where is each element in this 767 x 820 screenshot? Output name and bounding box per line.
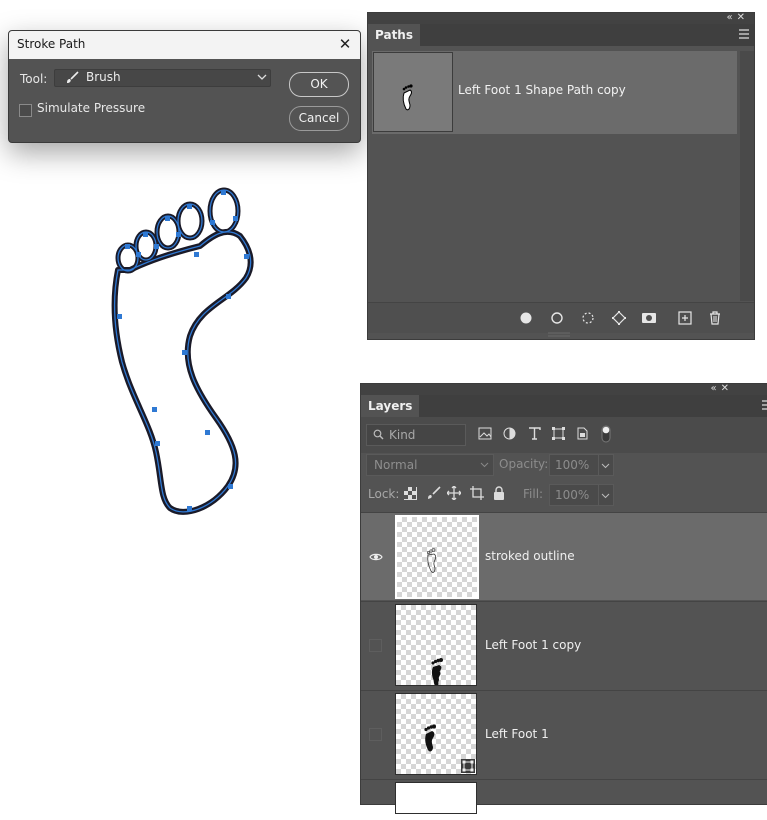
opacity-dropdown[interactable] (598, 454, 614, 476)
tab-paths[interactable]: Paths (368, 24, 420, 47)
adjustment-filter-icon[interactable] (503, 427, 516, 440)
layer-name: stroked outline (485, 549, 575, 563)
panel-menu-icon[interactable] (761, 400, 767, 410)
lock-all-icon[interactable] (493, 486, 505, 500)
search-icon (373, 429, 384, 440)
collapse-icon[interactable]: «✕ (727, 12, 750, 23)
tool-select[interactable]: Brush (54, 69, 271, 87)
layer-name: Left Foot 1 copy (485, 638, 582, 652)
stroke-path-dialog: Stroke Path ✕ Tool: Brush Simulate Press… (8, 30, 361, 143)
visibility-toggle[interactable] (369, 728, 382, 741)
layer-row[interactable]: stroked outline (361, 512, 767, 600)
stroke-path-icon[interactable] (549, 310, 565, 326)
dialog-titlebar[interactable]: Stroke Path ✕ (9, 31, 360, 59)
layer-thumbnail (395, 693, 477, 775)
eye-icon[interactable] (369, 550, 383, 564)
kind-filter[interactable]: Kind (366, 424, 466, 446)
path-item[interactable]: Left Foot 1 Shape Path copy (372, 51, 737, 134)
layer-row[interactable]: Left Foot 1 copy (361, 601, 767, 689)
brush-icon (67, 71, 79, 83)
layer-row[interactable]: Left Foot 1 (361, 690, 767, 778)
close-icon[interactable]: ✕ (336, 35, 354, 53)
fill-path-icon[interactable] (518, 310, 534, 326)
foot-thumb-icon (402, 84, 413, 111)
foot-thumb-icon (431, 658, 443, 687)
dialog-title: Stroke Path (17, 37, 86, 51)
shape-layer-icon (461, 759, 475, 773)
opacity-value: 100% (555, 458, 590, 472)
pixel-filter-icon[interactable] (478, 427, 492, 440)
opacity-label: Opacity: (499, 457, 549, 471)
lock-image-pixels-icon[interactable] (427, 486, 441, 500)
fill-label: Fill: (523, 487, 544, 501)
layer-thumbnail (395, 515, 479, 599)
opacity-input[interactable]: 100% (549, 454, 599, 476)
scrollbar[interactable] (740, 51, 754, 301)
lock-position-icon[interactable] (447, 486, 461, 500)
blend-mode-value: Normal (374, 458, 418, 472)
panel-topstrip: «✕ (361, 383, 767, 395)
lock-transparent-pixels-icon[interactable] (404, 487, 417, 500)
new-path-icon[interactable] (677, 310, 693, 326)
type-filter-icon[interactable] (528, 427, 541, 440)
kind-placeholder: Kind (389, 428, 416, 442)
paths-footer (368, 302, 754, 333)
layers-panel: «✕ Layers Kind Normal Opacity: 100% Lock… (360, 383, 767, 814)
chevron-down-icon (480, 462, 489, 468)
add-mask-icon[interactable] (641, 310, 657, 326)
layer-thumbnail (395, 782, 477, 814)
paths-panel: «✕ Paths Left Foot 1 Shape Path copy (367, 12, 755, 340)
path-thumbnail (373, 52, 453, 132)
fill-value: 100% (555, 488, 590, 502)
smart-object-filter-icon[interactable] (576, 427, 589, 440)
tab-layers[interactable]: Layers (361, 395, 420, 418)
load-selection-icon[interactable] (580, 310, 596, 326)
panel-topstrip: «✕ (368, 12, 754, 24)
resize-grip-icon[interactable] (548, 332, 570, 337)
simulate-pressure-checkbox[interactable] (19, 104, 32, 117)
cancel-button[interactable]: Cancel (289, 106, 349, 131)
panel-menu-icon[interactable] (738, 29, 750, 39)
chevron-down-icon (601, 493, 610, 499)
panel-tabbar (361, 395, 767, 417)
simulate-pressure-label: Simulate Pressure (37, 101, 146, 115)
lock-artboard-icon[interactable] (470, 486, 484, 500)
blend-mode-select[interactable]: Normal (366, 454, 494, 476)
fill-dropdown[interactable] (598, 484, 614, 506)
collapse-icon[interactable]: «✕ (711, 383, 734, 394)
tool-value: Brush (86, 70, 121, 84)
delete-path-icon[interactable] (707, 310, 723, 326)
fill-input[interactable]: 100% (549, 484, 599, 506)
path-name: Left Foot 1 Shape Path copy (458, 83, 626, 97)
filter-toggle-icon[interactable] (601, 425, 611, 443)
chevron-down-icon (257, 74, 267, 80)
tool-label: Tool: (20, 72, 48, 86)
layer-name: Left Foot 1 (485, 727, 549, 741)
lock-label: Lock: (368, 487, 400, 501)
shape-filter-icon[interactable] (552, 427, 565, 440)
panel-tabbar (368, 24, 754, 46)
chevron-down-icon (601, 463, 610, 469)
layer-thumbnail (395, 604, 477, 687)
ok-button[interactable]: OK (289, 72, 349, 97)
make-work-path-icon[interactable] (611, 310, 627, 326)
stroked-foot-thumb-icon (426, 548, 437, 573)
layer-row[interactable] (361, 779, 767, 820)
visibility-toggle[interactable] (369, 639, 382, 652)
